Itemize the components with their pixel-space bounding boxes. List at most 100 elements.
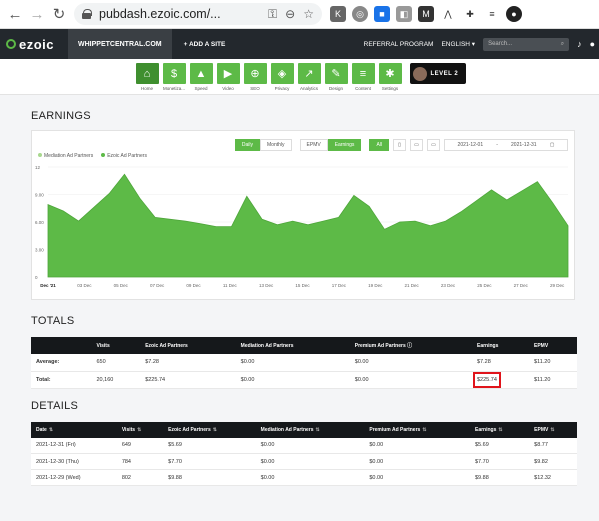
all-button[interactable]: All [369, 139, 389, 151]
tablet-icon[interactable]: ▭ [410, 139, 423, 151]
sort-icon[interactable]: ⇅ [316, 427, 320, 433]
nav-item-monetiza[interactable]: $ Monetiza... [161, 63, 188, 94]
column-header-label: EPMV [534, 426, 549, 433]
back-arrow-icon[interactable]: ← [4, 3, 26, 25]
table-cell: $0.00 [255, 437, 365, 454]
sort-icon[interactable]: ⇅ [550, 427, 554, 433]
cell-value: $7.28 [145, 359, 159, 366]
referral-link[interactable]: REFERRAL PROGRAM [364, 41, 434, 48]
monthly-button[interactable]: Monthly [260, 139, 292, 151]
column-header: Premium Ad Partners ⓘ [349, 337, 472, 354]
y-tick-label: 6.00 [35, 220, 44, 225]
nav-item-home[interactable]: ⌂ Home [134, 63, 161, 94]
cell-value: $0.00 [354, 359, 369, 366]
column-header[interactable]: Mediation Ad Partners ⇅ [255, 421, 365, 438]
column-header[interactable]: Ezoic Ad Partners ⇅ [163, 421, 256, 438]
extension-icon[interactable]: ◧ [396, 6, 412, 22]
nav-item-analytics[interactable]: ↗ Analytics [296, 63, 323, 94]
series-area-ezoic-ad-partners[interactable] [47, 173, 569, 278]
zoom-icon[interactable]: ⊖ [285, 7, 295, 22]
cell-value: $0.00 [354, 376, 369, 383]
star-icon[interactable]: ☆ [303, 7, 314, 22]
column-header[interactable]: Premium Ad Partners ⇅ [364, 421, 470, 438]
nav-item-label: Settings [381, 86, 399, 91]
column-header-label: Mediation Ad Partners [240, 342, 294, 349]
nav-item-speed[interactable]: ▲ Speed [188, 63, 215, 94]
rocket-icon: ▲ [189, 63, 213, 84]
avatar[interactable]: ● [506, 6, 522, 22]
user-icon[interactable]: ● [590, 39, 595, 49]
nav-item-video[interactable]: ▶ Video [215, 63, 242, 94]
globe-icon[interactable]: ◎ [352, 6, 368, 22]
add-site-link[interactable]: + ADD A SITE [184, 41, 226, 48]
puzzle-icon[interactable]: ✚ [462, 6, 478, 22]
site-selector[interactable]: WHIPPETCENTRAL.COM [68, 29, 172, 59]
column-header[interactable]: Visits ⇅ [116, 421, 164, 438]
key-icon[interactable]: ⚿ [268, 7, 277, 22]
nav-item-seo[interactable]: ⊕ SEO [242, 63, 269, 94]
x-tick-label: 05 Dec [114, 283, 129, 288]
nav-item-label: Speed [194, 86, 208, 91]
ezoic-logo[interactable]: ezoic [0, 37, 68, 52]
sort-icon[interactable]: ⇅ [422, 427, 426, 433]
legend-label: Ezoic Ad Partners [107, 153, 147, 159]
level-badge[interactable]: LEVEL 2 [409, 63, 466, 84]
sort-icon[interactable]: ⇅ [137, 427, 141, 433]
table-cell: $5.69 [163, 437, 256, 454]
nav-item-design[interactable]: ✎ Design [323, 63, 350, 94]
totals-table: Visits Ezoic Ad Partners Mediation Ad Part… [31, 337, 577, 389]
daily-button[interactable]: Daily [234, 139, 261, 151]
extension-icon[interactable]: ⋀ [440, 6, 456, 22]
cell-value: 2021-12-29 (Wed) [36, 474, 81, 481]
level-text: LEVEL 2 [430, 70, 459, 77]
cell-value: $0.00 [369, 474, 384, 481]
earnings-button[interactable]: Earnings [327, 139, 362, 151]
cell-value: $12.32 [534, 474, 551, 481]
language-select[interactable]: ENGLISH ▾ [441, 40, 475, 48]
table-row: 2021-12-31 (Fri) 649 $5.69 $0.00 $0.00 $5.69 $… [31, 437, 577, 454]
logo-text: ezoic [19, 36, 55, 52]
column-header: Mediation Ad Partners [235, 337, 350, 354]
playlist-icon[interactable]: ≡ [484, 6, 500, 22]
nav-item-privacy[interactable]: ◈ Privacy [269, 63, 296, 94]
gear-icon: ✱ [378, 63, 402, 84]
sort-icon[interactable]: ⇅ [49, 427, 53, 433]
column-header[interactable]: EPMV ⇅ [529, 421, 577, 438]
column-header[interactable]: Date ⇅ [31, 421, 117, 438]
extension-icon[interactable]: ■ [374, 6, 390, 22]
epmv-button[interactable]: EPMV [299, 139, 328, 151]
x-tick-label: 03 Dec [77, 283, 92, 288]
address-bar[interactable]: pubdash.ezoic.com/... ⚿ ⊖ ☆ [74, 3, 322, 25]
cell-value: 650 [96, 359, 106, 366]
nav-item-content[interactable]: ≡ Content [350, 63, 377, 94]
table-cell: $11.20 [528, 371, 577, 389]
x-tick-label: 15 Dec [295, 283, 310, 288]
y-tick-label: 0 [35, 275, 38, 280]
sort-icon[interactable]: ⇅ [213, 427, 217, 433]
bell-icon[interactable]: ♪ [577, 39, 582, 49]
search-input[interactable]: Search... ⌕ [483, 37, 570, 51]
nav-item-label: SEO [250, 86, 260, 91]
x-tick-label: 25 Dec [477, 283, 492, 288]
legend-item[interactable]: Ezoic Ad Partners [101, 153, 147, 159]
column-header[interactable]: Earnings ⇅ [470, 421, 530, 438]
table-row: 2021-12-29 (Wed) 802 $9.88 $0.00 $0.00 $9.88 $… [31, 469, 577, 486]
table-cell: $9.88 [470, 469, 530, 486]
nav-item-settings[interactable]: ✱ Settings [377, 63, 404, 94]
cell-value: $11.20 [533, 359, 551, 366]
table-cell: 2021-12-29 (Wed) [31, 469, 117, 486]
phone-icon[interactable]: ▯ [393, 139, 406, 151]
extension-icon[interactable]: M [418, 6, 434, 22]
reload-icon[interactable]: ↻ [48, 3, 70, 25]
x-tick-label: 21 Dec [405, 283, 420, 288]
date-range-picker[interactable]: 2021-12-01 - 2021-12-31 ▢ [444, 139, 568, 151]
table-cell: $0.00 [349, 371, 472, 389]
forward-arrow-icon[interactable]: → [26, 3, 48, 25]
desktop-icon[interactable]: ▭ [427, 139, 440, 151]
table-row: Average: 650 $7.28 $0.00 $0.00 $7.28 $11.20 [31, 354, 577, 372]
legend-item[interactable]: Mediation Ad Partners [38, 153, 93, 159]
sort-icon[interactable]: ⇅ [498, 427, 502, 433]
extension-icon[interactable]: K [330, 6, 346, 22]
home-icon: ⌂ [135, 63, 159, 84]
cell-value: $5.69 [168, 442, 182, 449]
